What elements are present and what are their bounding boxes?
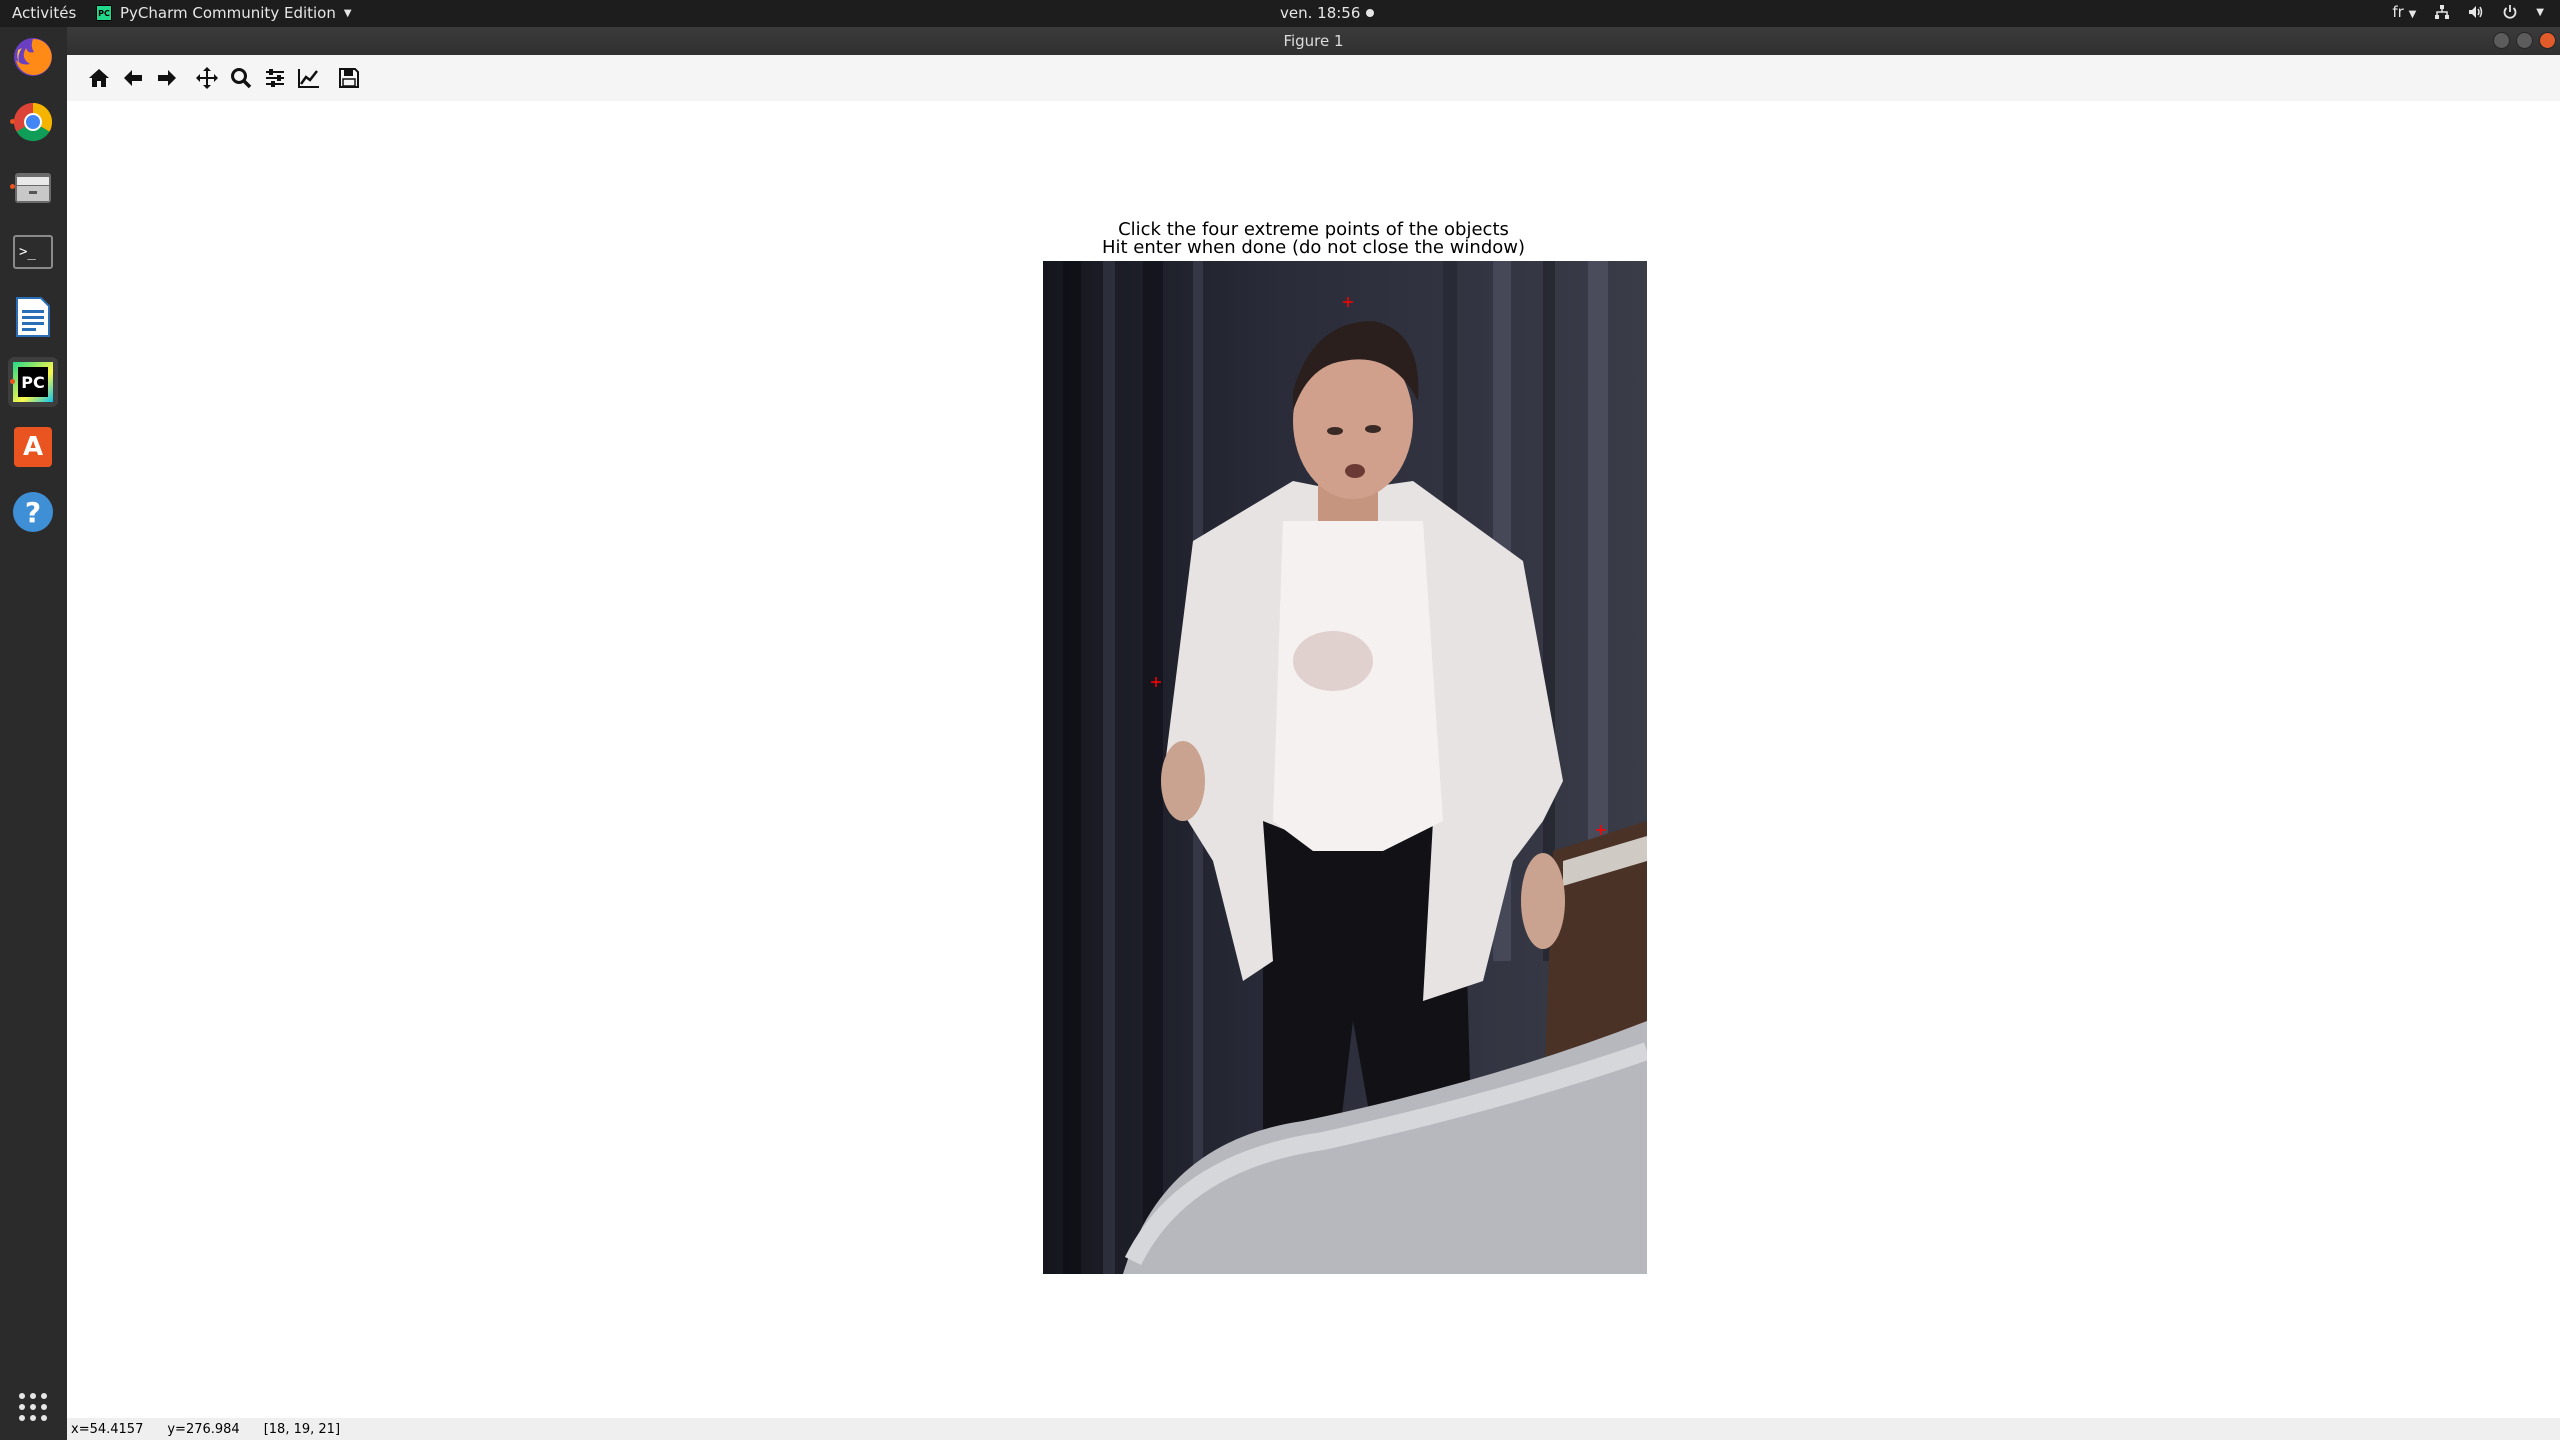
pycharm-icon: PC bbox=[13, 362, 53, 402]
chevron-down-icon[interactable]: ▼ bbox=[2536, 7, 2544, 18]
figure-canvas[interactable]: Click the four extreme points of the obj… bbox=[67, 101, 2560, 1418]
cursor-y-readout: y=276.984 bbox=[167, 1421, 240, 1437]
running-indicator bbox=[10, 119, 15, 124]
volume-icon[interactable] bbox=[2468, 4, 2484, 20]
pan-icon bbox=[196, 67, 218, 89]
running-indicator bbox=[10, 184, 15, 189]
window-title: Figure 1 bbox=[1283, 32, 1344, 50]
terminal-icon: >_ bbox=[13, 235, 53, 269]
clock-label: ven. 18:56 bbox=[1280, 4, 1361, 22]
pycharm-icon-label: PC bbox=[21, 372, 45, 392]
chevron-down-icon: ▼ bbox=[343, 7, 352, 19]
running-indicator bbox=[10, 379, 15, 384]
help-icon: ? bbox=[13, 492, 53, 532]
show-applications-button[interactable] bbox=[8, 1382, 58, 1432]
notification-dot-icon bbox=[1366, 9, 1375, 17]
edit-axes-button[interactable] bbox=[293, 62, 325, 94]
figure-title-line-2: Hit enter when done (do not close the wi… bbox=[1101, 237, 1526, 258]
dock-firefox[interactable] bbox=[8, 32, 58, 82]
terminal-prompt: >_ bbox=[19, 244, 36, 260]
dock-writer[interactable] bbox=[8, 292, 58, 342]
window-titlebar[interactable]: Figure 1 bbox=[67, 27, 2560, 55]
figure-toolbar bbox=[67, 55, 2560, 102]
activities-button[interactable]: Activités bbox=[12, 4, 76, 22]
chevron-down-icon: ▼ bbox=[2408, 9, 2417, 20]
home-icon bbox=[89, 69, 109, 87]
zoom-button[interactable] bbox=[225, 62, 257, 94]
keyboard-layout-label: fr bbox=[2392, 3, 2404, 21]
network-icon[interactable] bbox=[2434, 4, 2450, 20]
top-bar: Activités PC PyCharm Community Edition ▼… bbox=[0, 0, 2560, 27]
pycharm-app-icon: PC bbox=[96, 5, 112, 21]
show-apps-icon bbox=[19, 1393, 47, 1421]
dock: >_ PC A ? bbox=[0, 27, 67, 1440]
minimize-button[interactable] bbox=[2493, 32, 2510, 49]
help-label: ? bbox=[24, 495, 42, 529]
save-icon bbox=[339, 68, 359, 88]
dock-terminal[interactable]: >_ bbox=[8, 227, 58, 277]
home-button[interactable] bbox=[83, 62, 115, 94]
dock-chrome[interactable] bbox=[8, 97, 58, 147]
image-axes[interactable] bbox=[1043, 261, 1647, 1274]
pan-button[interactable] bbox=[191, 62, 223, 94]
software-center-label: A bbox=[22, 432, 44, 462]
power-icon[interactable] bbox=[2502, 4, 2518, 20]
app-menu[interactable]: PC PyCharm Community Edition ▼ bbox=[96, 4, 352, 22]
keyboard-layout-indicator[interactable]: fr ▼ bbox=[2392, 3, 2416, 21]
cursor-x-readout: x=54.4157 bbox=[71, 1421, 144, 1437]
edit-axes-icon bbox=[298, 69, 319, 88]
back-icon bbox=[124, 70, 142, 86]
app-menu-label: PyCharm Community Edition bbox=[120, 4, 336, 22]
configure-subplots-button[interactable] bbox=[259, 62, 291, 94]
window-controls bbox=[2493, 32, 2556, 49]
dock-files[interactable] bbox=[8, 162, 58, 212]
writer-icon bbox=[16, 297, 50, 337]
close-button[interactable] bbox=[2539, 32, 2556, 49]
maximize-button[interactable] bbox=[2516, 32, 2533, 49]
back-button[interactable] bbox=[117, 62, 149, 94]
software-center-icon: A bbox=[14, 427, 52, 467]
pixel-value-readout: [18, 19, 21] bbox=[263, 1421, 341, 1437]
forward-button[interactable] bbox=[151, 62, 183, 94]
dock-software-center[interactable]: A bbox=[8, 422, 58, 472]
clock[interactable]: ven. 18:56 bbox=[1280, 4, 1375, 22]
person-photo bbox=[1043, 261, 1647, 1274]
status-bar: x=54.4157 y=276.984 [18, 19, 21] bbox=[67, 1418, 2560, 1440]
forward-icon bbox=[158, 70, 176, 86]
save-button[interactable] bbox=[333, 62, 365, 94]
subplots-icon bbox=[266, 69, 284, 87]
zoom-icon bbox=[231, 68, 252, 89]
dock-help[interactable]: ? bbox=[8, 487, 58, 537]
files-icon bbox=[15, 173, 51, 203]
firefox-icon bbox=[14, 38, 52, 76]
dock-pycharm[interactable]: PC bbox=[8, 357, 58, 407]
system-tray: fr ▼ ▼ bbox=[2392, 3, 2544, 21]
chrome-icon bbox=[13, 102, 53, 142]
